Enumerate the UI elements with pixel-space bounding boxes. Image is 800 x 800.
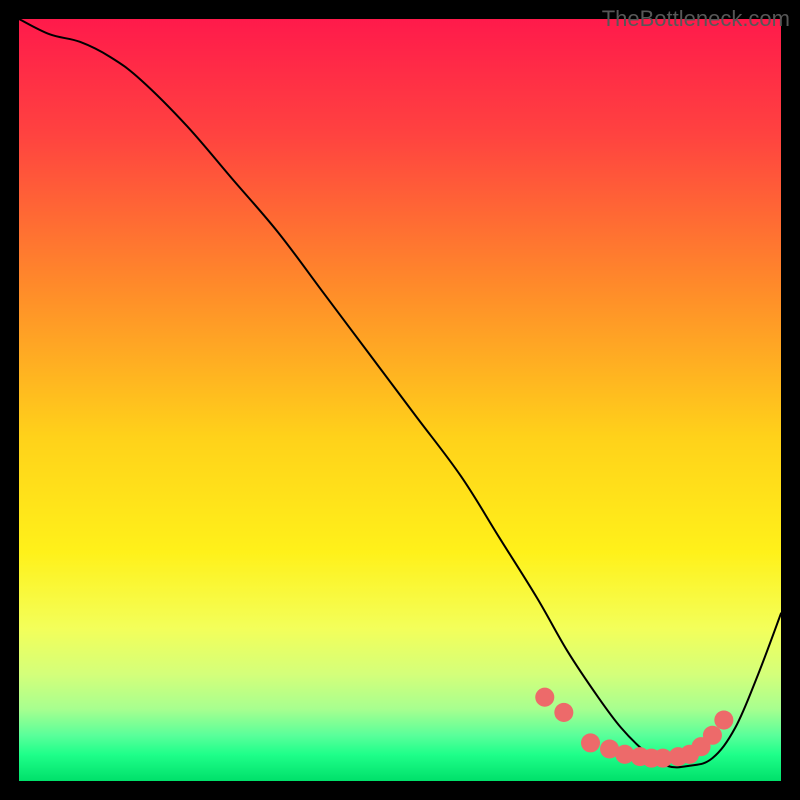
optimal-point bbox=[714, 711, 733, 730]
chart-plot-area bbox=[19, 19, 781, 781]
site-watermark: TheBottleneck.com bbox=[602, 6, 790, 32]
optimal-point bbox=[703, 726, 722, 745]
optimal-point bbox=[581, 733, 600, 752]
optimal-point bbox=[535, 688, 554, 707]
optimal-point bbox=[554, 703, 573, 722]
chart-dots-layer bbox=[19, 19, 781, 781]
